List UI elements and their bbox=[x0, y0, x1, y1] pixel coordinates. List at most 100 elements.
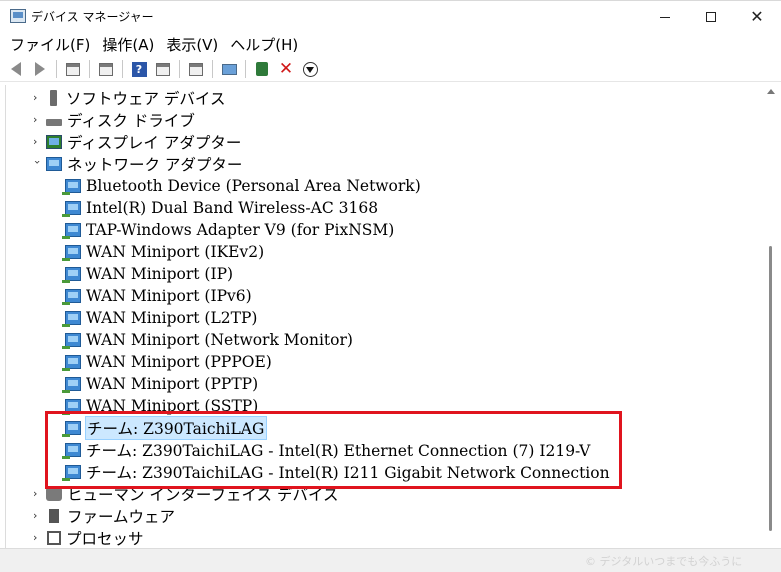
network-adapter-icon bbox=[62, 267, 81, 283]
network-adapter-item[interactable]: WAN Miniport (IKEv2) bbox=[62, 241, 265, 263]
update-driver-button[interactable] bbox=[252, 59, 272, 79]
network-adapter-label: WAN Miniport (PPTP) bbox=[86, 375, 259, 393]
tree-category-disk-drives[interactable]: › ディスク ドライブ bbox=[33, 109, 195, 131]
network-adapter-label: WAN Miniport (SSTP) bbox=[86, 397, 259, 415]
toolbar-separator bbox=[245, 60, 246, 78]
scan-hardware-button[interactable] bbox=[186, 59, 206, 79]
firmware-icon bbox=[49, 509, 59, 523]
network-adapter-icon bbox=[62, 465, 81, 481]
hid-icon bbox=[46, 487, 62, 501]
menu-file[interactable]: ファイル(F) bbox=[8, 34, 98, 55]
network-adapter-icon bbox=[62, 311, 81, 327]
download-button[interactable] bbox=[300, 59, 320, 79]
network-adapter-item[interactable]: WAN Miniport (L2TP) bbox=[62, 307, 258, 329]
processor-icon bbox=[47, 531, 61, 545]
uninstall-x-icon: ✕ bbox=[278, 58, 294, 79]
tree-category-display-adapters[interactable]: › ディスプレイ アダプター bbox=[33, 131, 241, 153]
expand-chevron-icon[interactable]: › bbox=[33, 92, 41, 104]
tree-category-label: ディスク ドライブ bbox=[67, 112, 195, 130]
network-adapter-item[interactable]: WAN Miniport (IP) bbox=[62, 263, 234, 285]
console-tree-button[interactable] bbox=[63, 59, 83, 79]
network-adapter-label: Intel(R) Dual Band Wireless-AC 3168 bbox=[86, 199, 379, 217]
forward-button[interactable] bbox=[30, 59, 50, 79]
network-adapter-icon bbox=[62, 245, 81, 261]
toolbar-separator bbox=[56, 60, 57, 78]
software-device-icon bbox=[50, 90, 57, 106]
network-adapter-item[interactable]: Intel(R) Dual Band Wireless-AC 3168 bbox=[62, 197, 379, 219]
network-adapter-item[interactable]: WAN Miniport (IPv6) bbox=[62, 285, 252, 307]
view-icon bbox=[156, 62, 170, 76]
expand-chevron-icon[interactable]: › bbox=[33, 136, 41, 148]
tree-category-label: プロセッサ bbox=[66, 530, 144, 548]
network-adapter-icon bbox=[62, 179, 81, 195]
network-adapter-label: チーム: Z390TaichiLAG bbox=[85, 416, 268, 440]
tree-category-software-devices[interactable]: › ソフトウェア デバイス bbox=[33, 87, 225, 109]
maximize-icon bbox=[706, 12, 716, 22]
expand-chevron-icon[interactable]: › bbox=[33, 488, 41, 500]
back-button[interactable] bbox=[6, 59, 26, 79]
network-adapter-icon bbox=[62, 421, 81, 437]
scroll-up-arrow-icon[interactable] bbox=[767, 89, 775, 94]
tree-category-hid[interactable]: › ヒューマン インターフェイス デバイス bbox=[33, 483, 339, 505]
network-adapter-item[interactable]: WAN Miniport (Network Monitor) bbox=[62, 329, 353, 351]
network-adapter-label: WAN Miniport (Network Monitor) bbox=[86, 331, 353, 349]
uninstall-button[interactable]: ✕ bbox=[276, 59, 296, 79]
network-adapter-label: チーム: Z390TaichiLAG - Intel(R) I211 Gigab… bbox=[86, 464, 610, 482]
expand-chevron-icon[interactable]: › bbox=[33, 510, 41, 522]
console-tree-icon bbox=[66, 62, 80, 76]
monitor-button[interactable] bbox=[219, 59, 239, 79]
disk-drive-icon bbox=[46, 118, 62, 126]
network-adapter-icon bbox=[62, 289, 81, 305]
expand-chevron-icon[interactable]: › bbox=[33, 114, 41, 126]
network-adapter-label: WAN Miniport (IPv6) bbox=[86, 287, 252, 305]
view-button[interactable] bbox=[153, 59, 173, 79]
menu-view[interactable]: 表示(V) bbox=[164, 34, 226, 55]
network-adapter-item[interactable]: Bluetooth Device (Personal Area Network) bbox=[62, 175, 421, 197]
network-adapter-item[interactable]: WAN Miniport (SSTP) bbox=[62, 395, 259, 417]
network-adapter-label: WAN Miniport (IP) bbox=[86, 265, 234, 283]
minimize-icon bbox=[660, 16, 670, 18]
back-arrow-icon bbox=[11, 62, 21, 76]
download-icon bbox=[302, 61, 318, 77]
help-icon: ? bbox=[131, 61, 147, 77]
network-adapter-label: WAN Miniport (IKEv2) bbox=[86, 243, 265, 261]
tree-category-network-adapters[interactable]: › ネットワーク アダプター bbox=[31, 153, 243, 175]
network-adapter-icon bbox=[62, 355, 81, 371]
network-adapter-icon bbox=[62, 377, 81, 393]
network-adapter-label: WAN Miniport (L2TP) bbox=[86, 309, 258, 327]
network-adapter-label: チーム: Z390TaichiLAG - Intel(R) Ethernet C… bbox=[86, 442, 591, 460]
network-adapter-item[interactable]: WAN Miniport (PPPOE) bbox=[62, 351, 272, 373]
minimize-button[interactable] bbox=[642, 1, 688, 33]
network-adapter-label: TAP-Windows Adapter V9 (for PixNSM) bbox=[86, 221, 395, 239]
maximize-button[interactable] bbox=[688, 1, 734, 33]
network-adapter-icon bbox=[62, 399, 81, 415]
network-adapter-icon bbox=[46, 157, 62, 171]
menu-bar: ファイル(F) 操作(A) 表示(V) ヘルプ(H) bbox=[0, 32, 781, 56]
tree-category-firmware[interactable]: › ファームウェア bbox=[33, 505, 176, 527]
network-adapter-item-selected[interactable]: チーム: Z390TaichiLAG bbox=[62, 416, 268, 440]
close-button[interactable]: ✕ bbox=[734, 1, 780, 33]
help-button[interactable]: ? bbox=[129, 59, 149, 79]
vertical-scrollbar[interactable] bbox=[764, 85, 777, 548]
properties-button[interactable] bbox=[96, 59, 116, 79]
toolbar-separator bbox=[122, 60, 123, 78]
network-adapter-label: Bluetooth Device (Personal Area Network) bbox=[86, 177, 421, 195]
network-adapter-item[interactable]: TAP-Windows Adapter V9 (for PixNSM) bbox=[62, 219, 395, 241]
tree-category-label: ファームウェア bbox=[67, 508, 176, 526]
title-bar: デバイス マネージャー ✕ bbox=[0, 0, 781, 32]
toolbar-separator bbox=[89, 60, 90, 78]
monitor-icon bbox=[221, 63, 237, 75]
toolbar-separator bbox=[179, 60, 180, 78]
network-adapter-item[interactable]: WAN Miniport (PPTP) bbox=[62, 373, 259, 395]
network-adapter-item[interactable]: チーム: Z390TaichiLAG - Intel(R) I211 Gigab… bbox=[62, 461, 610, 483]
collapse-chevron-icon[interactable]: › bbox=[31, 160, 44, 168]
network-adapter-icon bbox=[62, 333, 81, 349]
network-adapter-item[interactable]: チーム: Z390TaichiLAG - Intel(R) Ethernet C… bbox=[62, 439, 591, 461]
menu-help[interactable]: ヘルプ(H) bbox=[228, 34, 306, 55]
expand-chevron-icon[interactable]: › bbox=[33, 532, 41, 544]
tree-category-label: ネットワーク アダプター bbox=[67, 156, 243, 174]
tree-category-processors[interactable]: › プロセッサ bbox=[33, 527, 144, 548]
network-adapter-icon bbox=[62, 443, 81, 459]
scrollbar-thumb[interactable] bbox=[769, 246, 772, 531]
menu-action[interactable]: 操作(A) bbox=[100, 34, 162, 55]
